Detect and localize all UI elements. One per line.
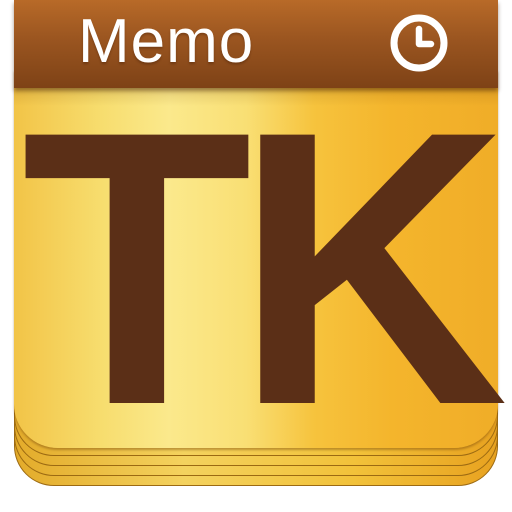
- monogram: TK: [21, 50, 508, 486]
- app-icon: Memo TK: [0, 0, 512, 512]
